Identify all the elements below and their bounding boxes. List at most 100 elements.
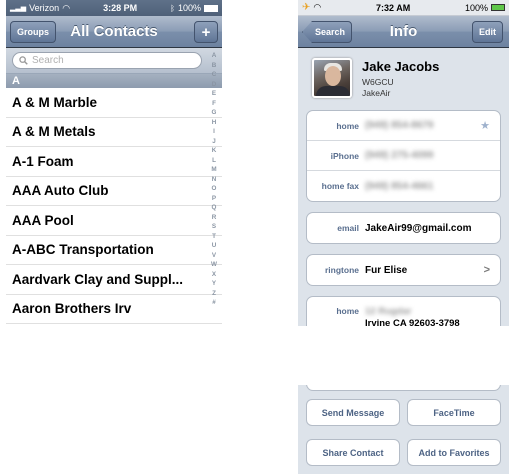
index-letter[interactable]: S <box>212 222 216 232</box>
index-letter[interactable]: W <box>211 260 217 270</box>
email-group: email JakeAir99@gmail.com <box>306 212 501 244</box>
contact-info-screen: ✈ ◠ 7:32 AM 100% Search Info Edit Jake J… <box>298 0 509 326</box>
battery-percent: 100% <box>177 3 201 13</box>
list-item[interactable]: Aaron Brothers Irv <box>6 295 222 324</box>
index-letter[interactable]: Q <box>212 203 217 213</box>
search-bar: Search <box>6 48 222 74</box>
field-label: ringtone <box>325 265 359 275</box>
signal-icon: ▂▃▅ <box>10 5 27 12</box>
index-letter[interactable]: A <box>212 51 217 61</box>
page-title: All Contacts <box>70 23 158 40</box>
search-icon <box>19 56 28 65</box>
battery-icon <box>491 4 505 11</box>
facetime-button[interactable]: FaceTime <box>407 399 501 426</box>
phone-row-home-fax[interactable]: home fax (949) 854-4661 <box>307 171 500 201</box>
index-letter[interactable]: J <box>212 137 216 147</box>
index-letter[interactable]: E <box>212 89 216 99</box>
airplane-icon: ✈ <box>302 2 311 13</box>
field-value: (949) 275-4099 <box>365 150 434 161</box>
address-row[interactable]: home 12 Rugdar Irvine CA 92603-3798 <box>307 297 500 326</box>
index-letter[interactable]: I <box>213 127 215 137</box>
field-label: home <box>336 306 359 316</box>
previous-group-edge <box>306 385 501 391</box>
status-time: 7:32 AM <box>376 2 411 13</box>
star-icon: ★ <box>480 120 490 132</box>
index-letter[interactable]: Z <box>212 289 216 299</box>
index-letter[interactable]: N <box>212 175 217 185</box>
address-city: Irvine CA 92603-3798 <box>365 318 460 326</box>
ringtone-group: ringtone Fur Elise > <box>306 254 501 286</box>
index-letter[interactable]: B <box>212 61 217 71</box>
index-letter[interactable]: T <box>212 232 216 242</box>
field-value: (949) 854-8679 <box>365 120 434 131</box>
back-button[interactable]: Search <box>302 21 353 43</box>
index-letter[interactable]: X <box>212 270 216 280</box>
status-bar: ▂▃▅ Verizon ◠ 3:28 PM ᛒ 100% <box>6 0 222 16</box>
index-letter[interactable]: G <box>212 108 217 118</box>
contacts-list-screen: ▂▃▅ Verizon ◠ 3:28 PM ᛒ 100% Groups All … <box>6 0 222 326</box>
contact-name: Jake Jacobs <box>362 59 440 74</box>
index-letter[interactable]: V <box>212 251 216 261</box>
list-item[interactable]: A-ABC Transportation <box>6 236 222 265</box>
avatar[interactable] <box>312 58 352 98</box>
list-item[interactable]: AAA Auto Club <box>6 177 222 206</box>
phone-row-iphone[interactable]: iPhone (949) 275-4099 <box>307 141 500 171</box>
index-letter[interactable]: Y <box>212 279 216 289</box>
index-letter[interactable]: O <box>212 184 217 194</box>
list-item[interactable]: A-1 Foam <box>6 147 222 177</box>
section-header: A <box>6 74 222 88</box>
phone-row-home[interactable]: home (949) 854-8679 ★ <box>307 111 500 141</box>
nav-bar: Search Info Edit <box>298 16 509 48</box>
index-letter[interactable]: H <box>212 118 217 128</box>
field-label: iPhone <box>330 150 359 161</box>
search-placeholder: Search <box>32 55 64 66</box>
index-letter[interactable]: M <box>211 165 216 175</box>
add-contact-button[interactable]: + <box>194 21 218 43</box>
index-letter[interactable]: L <box>212 156 216 166</box>
contact-list: A & M Marble A & M Metals A-1 Foam AAA A… <box>6 88 222 324</box>
index-letter[interactable]: R <box>212 213 217 223</box>
status-bar: ✈ ◠ 7:32 AM 100% <box>298 0 509 16</box>
contact-company: JakeAir <box>362 88 391 98</box>
index-letter[interactable]: D <box>212 80 217 90</box>
contact-callsign: W6GCU <box>362 77 394 87</box>
list-item[interactable]: Aardvark Clay and Suppl... <box>6 265 222 295</box>
battery-percent: 100% <box>464 2 488 13</box>
address-group: home 12 Rugdar Irvine CA 92603-3798 <box>306 296 501 326</box>
list-item[interactable]: AAA Pool <box>6 206 222 236</box>
status-time: 3:28 PM <box>103 3 138 13</box>
nav-bar: Groups All Contacts + <box>6 16 222 48</box>
address-street: 12 Rugdar <box>365 306 412 317</box>
field-label: email <box>337 223 359 233</box>
phone-group: home (949) 854-8679 ★ iPhone (949) 275-4… <box>306 110 501 202</box>
index-letter[interactable]: U <box>212 241 217 251</box>
edit-button[interactable]: Edit <box>472 21 503 43</box>
list-item[interactable]: A & M Metals <box>6 118 222 147</box>
wifi-icon: ◠ <box>313 2 322 12</box>
share-contact-button[interactable]: Share Contact <box>306 439 400 466</box>
field-label: home <box>336 120 359 131</box>
ringtone-row[interactable]: ringtone Fur Elise > <box>307 255 500 285</box>
list-item[interactable]: A & M Marble <box>6 88 222 118</box>
field-value: Fur Elise <box>365 264 408 276</box>
contact-actions-panel: Send Message FaceTime Share Contact Add … <box>298 385 509 474</box>
page-title: Info <box>389 23 418 40</box>
groups-button[interactable]: Groups <box>10 21 57 43</box>
index-letter[interactable]: K <box>212 146 217 156</box>
battery-icon <box>204 4 218 12</box>
index-letter[interactable]: P <box>212 194 216 204</box>
add-to-favorites-button[interactable]: Add to Favorites <box>407 439 501 466</box>
email-row[interactable]: email JakeAir99@gmail.com <box>307 213 500 243</box>
search-input[interactable]: Search <box>12 52 202 69</box>
index-letter[interactable]: # <box>212 298 216 308</box>
contact-header: Jake Jacobs W6GCU JakeAir <box>298 48 509 110</box>
field-value: JakeAir99@gmail.com <box>365 222 472 234</box>
wifi-icon: ◠ <box>62 2 71 13</box>
chevron-right-icon: > <box>483 264 490 276</box>
send-message-button[interactable]: Send Message <box>306 399 400 426</box>
bluetooth-icon: ᛒ <box>170 3 175 13</box>
index-letter[interactable]: C <box>212 70 217 80</box>
field-value: (949) 854-4661 <box>365 180 434 192</box>
alphabet-index[interactable]: A B C D E F G H I J K L M N O P Q R S T U V W X Y Z # <box>206 48 222 326</box>
index-letter[interactable]: F <box>212 99 216 109</box>
